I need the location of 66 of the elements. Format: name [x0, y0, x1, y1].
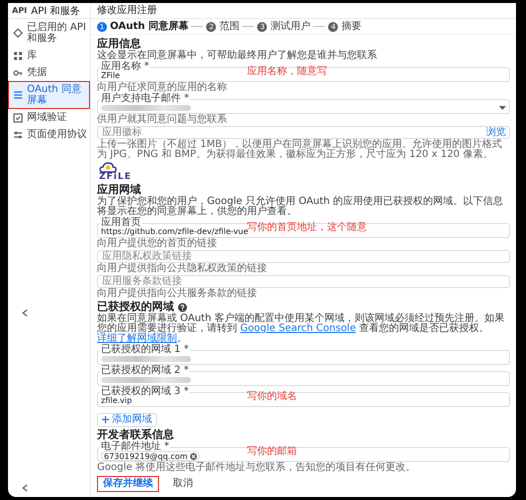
section-heading: 开发者联系信息 [97, 429, 174, 441]
step-label[interactable]: 摘要 [341, 21, 362, 32]
helper-text: 上传一张图片（不超过 1MB），以便用户在同意屏幕上识别您的应用。允许使用的图片格式为 JPG、PNG 和 BMP。为获得最佳效果，徽标应为正方形，尺寸应为 120 x 120 像素。 [97, 140, 504, 160]
step-label[interactable]: OAuth 同意屏幕 [110, 21, 188, 32]
field-value: ZFile [101, 71, 120, 81]
field-value: zfile.vip [101, 396, 132, 406]
helper-text: 向用户征求同意的应用的名称 [97, 83, 228, 93]
sidebar-item[interactable]: 凭据 [8, 64, 90, 81]
settings-icon [13, 130, 23, 140]
app-title: API 和服务 [31, 4, 80, 18]
field-label: 电子邮件地址 * [100, 442, 170, 451]
step-label[interactable]: 测试用户 [270, 21, 310, 32]
section-description: 为了保护您和您的用户，Google 只允许使用 OAuth 的应用使用已获授权的网域。以下信息将显示在您的同意屏幕上，供您的用户查看。 [97, 197, 504, 217]
checkbox-icon [13, 112, 23, 122]
input-field[interactable]: 已获授权的网域 3 * zfile.vip 写你的域名 [97, 387, 510, 407]
remove-icon [190, 452, 197, 460]
field-label: 应用名称 * [100, 62, 150, 71]
cloud-icon [99, 162, 117, 173]
grid-icon [13, 50, 23, 60]
annotation-text: 写你的域名 [247, 391, 297, 403]
section-heading: 已获授权的网域 [97, 301, 174, 313]
section-description: 如果在同意屏幕或 OAuth 客户端的配置中使用某个网域，则该网域必须经过预先注册。如果您的应用需要进行验证，请转到 Google Search Console 查看您的网域是否已获授权。 详细了解网域限制。 [97, 314, 506, 344]
field-label: 已获授权的网域 1 * [100, 345, 190, 354]
helper-text: 向用户提供指向公共服务条款的链接 [97, 289, 258, 299]
field-value: https://github.com/zfile-dev/zfile-vue [101, 227, 248, 237]
sidebar-item[interactable]: 页面使用协议 [8, 126, 90, 143]
input-field[interactable]: 应用名称 * ZFile 应用名称，随意写 [97, 62, 510, 82]
key-icon [13, 68, 23, 78]
dropdown-caret-icon [499, 106, 506, 110]
chevron-icon [20, 483, 30, 493]
annotation-text: 应用名称，随意写 [247, 66, 327, 78]
add-domain-button[interactable]: 添加网域 [97, 412, 157, 426]
page-title: 修改应用注册 [91, 3, 516, 19]
section-heading: 应用信息 [97, 38, 141, 50]
annotation-text: 写你的首页地址，这个随意 [247, 222, 367, 233]
email-chip[interactable]: 673019219@qq.com [101, 451, 200, 461]
input-field[interactable]: 电子邮件地址 * 673019219@qq.com 写你的邮箱 [97, 442, 510, 462]
browse-button[interactable]: 浏览 [486, 127, 506, 138]
logo-text: ZFiLE [99, 173, 132, 182]
helper-text: 向用户提供指向公共隐私权政策的链接 [97, 264, 268, 274]
helper-text: 向用户提供您的首页的链接 [97, 239, 218, 249]
dropdown-field[interactable]: 用户支持电子邮件 * [97, 94, 510, 114]
logo: API [12, 6, 28, 15]
sidebar-item[interactable]: 已启用的 API 和服务 [8, 19, 90, 47]
section-heading: 应用网域 [97, 184, 141, 196]
input-field[interactable]: 已获授权的网域 2 * [97, 366, 510, 386]
link[interactable]: 详细了解网域限制 [97, 333, 177, 344]
list-icon [13, 90, 23, 100]
sidebar-item[interactable]: OAuth 同意屏幕 [8, 81, 90, 109]
field-label: 用户支持电子邮件 * [100, 94, 190, 103]
sidebar-item[interactable]: 网域验证 [8, 109, 90, 126]
step-label[interactable]: 范围 [219, 21, 240, 32]
field-label: 已获授权的网域 2 * [100, 366, 190, 375]
plus-icon [102, 416, 109, 423]
input-field[interactable]: 已获授权的网域 1 * [97, 345, 510, 365]
helper-text: Google 将使用这些电子邮件地址与您联系，告知您的项目有任何更改。 [97, 463, 416, 473]
link[interactable]: Google Search Console [240, 323, 356, 334]
diamond-icon [13, 28, 23, 38]
field-label: 应用首页 [100, 218, 142, 227]
save-button[interactable]: 保存并继续 [97, 476, 159, 492]
chevron-icon [20, 308, 30, 318]
sidebar-item[interactable]: 库 [8, 47, 90, 64]
section-description: 这会显示在同意屏幕中，可帮助最终用户了解您是谁并与您联系 [97, 51, 378, 61]
helper-text: 供用户就其同意问题与您联系 [97, 115, 228, 125]
field-label: 已获授权的网域 3 * [100, 387, 190, 396]
annotation-text: 写你的邮箱 [247, 446, 297, 458]
